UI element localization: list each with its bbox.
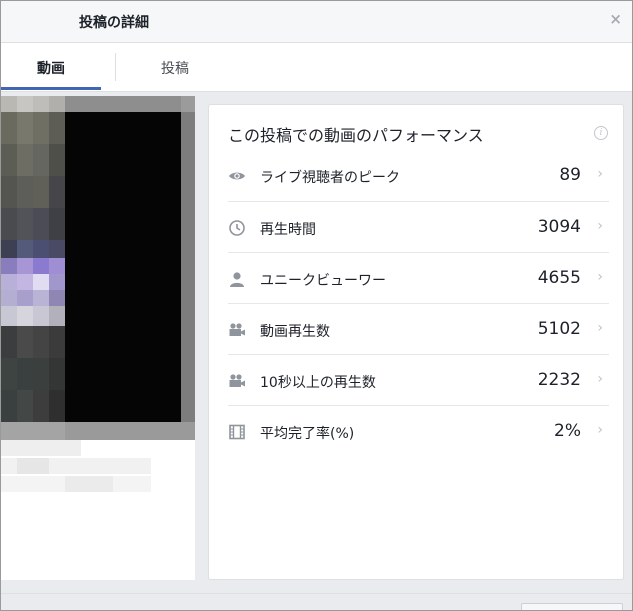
video-camera-icon (229, 323, 245, 336)
video-preview[interactable] (1, 96, 195, 580)
chevron-right-icon: › (597, 269, 603, 285)
metric-row-avg-completion[interactable]: 平均完了率(%) 2% › (228, 405, 609, 457)
info-icon[interactable]: i (594, 126, 608, 140)
chevron-right-icon: › (597, 320, 603, 336)
person-icon (230, 272, 244, 287)
panel-title: この投稿での動画のパフォーマンス (228, 126, 484, 145)
video-performance-panel: この投稿での動画のパフォーマンス i ライブ視聴者のピーク 89 › 再生時間 … (208, 104, 624, 580)
tab-video[interactable]: 動画 (1, 43, 101, 90)
footer-button[interactable] (521, 603, 623, 610)
metric-value: 4655 (537, 268, 581, 288)
metric-value: 3094 (537, 217, 581, 237)
metric-row-10s-views[interactable]: 10秒以上の再生数 2232 › (228, 354, 609, 406)
tab-bar: 動画 投稿 (1, 43, 632, 92)
metric-label: 動画再生数 (260, 324, 330, 340)
pixelated-video-thumbnail (1, 96, 195, 580)
chevron-right-icon: › (597, 166, 603, 182)
chevron-right-icon: › (597, 218, 603, 234)
metric-label: ユニークビューワー (260, 273, 386, 289)
metric-value: 5102 (537, 319, 581, 339)
metric-label: ライブ視聴者のピーク (260, 170, 400, 186)
metric-row-live-peak[interactable]: ライブ視聴者のピーク 89 › (228, 150, 609, 201)
video-camera-icon (229, 374, 245, 387)
chevron-right-icon: › (597, 371, 603, 387)
metric-row-unique-viewers[interactable]: ユニークビューワー 4655 › (228, 252, 609, 304)
clock-icon (229, 220, 245, 236)
dialog-title: 投稿の詳細 (79, 15, 149, 31)
eye-icon (229, 172, 245, 180)
post-details-dialog: 投稿の詳細 × 動画 投稿 この投稿での動画のパフォーマンス i ライブ視聴者の… (0, 0, 633, 611)
metric-label: 再生時間 (260, 222, 316, 238)
tab-post[interactable]: 投稿 (115, 43, 235, 90)
metric-row-video-views[interactable]: 動画再生数 5102 › (228, 303, 609, 355)
metric-value: 2% (554, 421, 581, 441)
dialog-header: 投稿の詳細 × (1, 1, 632, 43)
film-icon (229, 424, 245, 440)
metric-label: 10秒以上の再生数 (260, 375, 376, 391)
metric-value: 2232 (537, 370, 581, 390)
close-icon[interactable]: × (609, 10, 622, 28)
metric-row-watch-time[interactable]: 再生時間 3094 › (228, 201, 609, 253)
metric-value: 89 (559, 165, 581, 185)
footer-divider (1, 593, 632, 594)
metric-label: 平均完了率(%) (260, 426, 355, 442)
chevron-right-icon: › (597, 422, 603, 438)
